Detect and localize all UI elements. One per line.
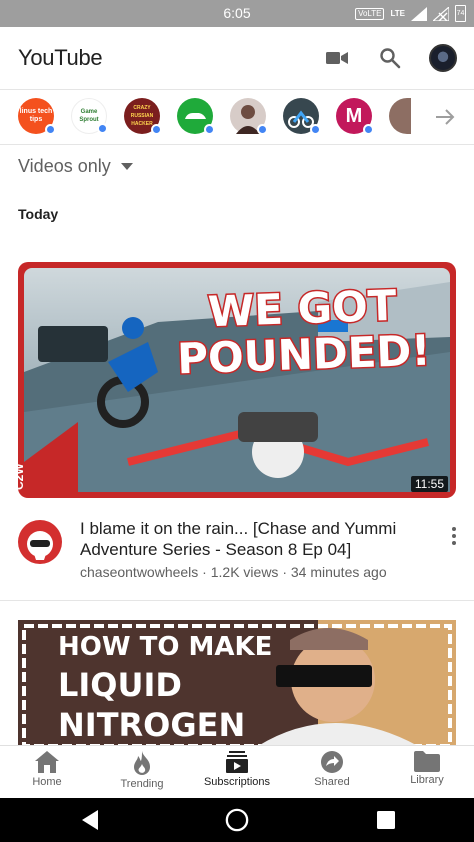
thumbnail-line-2: LIQUID <box>58 666 182 704</box>
channel-strip-more-button[interactable] <box>434 107 456 132</box>
new-content-dot <box>45 124 56 135</box>
system-navigation-bar <box>0 798 474 842</box>
new-content-dot <box>151 124 162 135</box>
lte-indicator: LTE <box>390 9 405 18</box>
channel-avatar[interactable] <box>18 520 62 564</box>
video-camera-icon <box>326 52 348 64</box>
recents-button[interactable] <box>374 808 398 832</box>
channel-m[interactable]: M <box>336 98 374 135</box>
arrow-right-icon <box>436 109 455 125</box>
nav-label: Subscriptions <box>203 776 271 788</box>
more-dot <box>452 527 456 531</box>
nav-label: Library <box>410 774 444 786</box>
status-icons: VoLTE LTE 74 <box>355 5 466 22</box>
search-button[interactable] <box>375 43 405 73</box>
channel-car[interactable] <box>177 98 215 135</box>
filter-label: Videos only <box>18 156 111 176</box>
share-icon <box>321 751 343 773</box>
app-bar: YouTube <box>0 27 474 89</box>
app-title: YouTube <box>18 45 103 70</box>
search-icon <box>380 48 401 69</box>
nav-subscriptions[interactable]: Subscriptions <box>190 750 284 798</box>
account-avatar <box>429 44 457 72</box>
channel-game-sprout[interactable]: Game Sprout <box>71 98 108 134</box>
no-signal-icon <box>433 6 449 21</box>
account-button[interactable] <box>428 43 458 73</box>
new-content-dot <box>204 124 215 135</box>
nav-home[interactable]: Home <box>0 750 94 798</box>
more-dot <box>452 541 456 545</box>
new-content-dot <box>97 123 108 134</box>
back-triangle-icon <box>82 810 98 830</box>
thumbnail-line-3: NITROGEN <box>58 706 246 744</box>
channel-partial[interactable] <box>389 98 411 134</box>
nav-shared[interactable]: Shared <box>285 750 379 798</box>
back-button[interactable] <box>78 808 102 832</box>
recents-square-icon <box>377 811 395 829</box>
status-bar: 6:05 VoLTE LTE 74 <box>0 0 474 27</box>
home-icon <box>35 751 59 773</box>
new-content-dot <box>363 124 374 135</box>
section-heading: Today <box>18 206 59 222</box>
nav-label: Trending <box>120 778 164 790</box>
nav-library[interactable]: Library <box>380 750 474 798</box>
more-options-button[interactable] <box>444 526 464 546</box>
channel-crazy-russian-hacker[interactable]: CRAZY RUSSIAN HACKER <box>124 98 162 135</box>
camera-button[interactable] <box>322 43 352 73</box>
nav-trending[interactable]: Trending <box>95 750 189 798</box>
dropdown-arrow-icon <box>120 162 133 170</box>
divider <box>0 600 474 601</box>
home-system-button[interactable] <box>225 808 249 832</box>
channel-motorcycle[interactable] <box>283 98 321 135</box>
video-subtitle: chaseontwowheels · 1.2K views · 34 minut… <box>80 564 387 580</box>
volte-indicator: VoLTE <box>355 7 385 20</box>
new-content-dot <box>257 124 268 135</box>
nav-label: Home <box>32 776 62 788</box>
channel-portrait[interactable] <box>230 98 268 135</box>
signal-icon <box>411 6 427 21</box>
video-info: I blame it on the rain... [Chase and Yum… <box>0 512 474 588</box>
thumbnail-line-2: POUNDED! <box>175 324 433 385</box>
thumbnail-headline: WE GOT POUNDED! <box>166 279 439 385</box>
flame-icon <box>134 751 150 775</box>
more-dot <box>452 534 456 538</box>
video-title[interactable]: I blame it on the rain... [Chase and Yum… <box>80 518 430 560</box>
home-circle-icon <box>225 808 249 832</box>
channel-badge: C2W <box>18 463 26 490</box>
helmet-icon <box>27 531 53 560</box>
video-thumbnail[interactable]: WE GOT POUNDED! C2W 11:55 <box>18 262 456 498</box>
video-thumbnail[interactable]: HOW TO MAKE LIQUID NITROGEN <box>18 620 456 746</box>
videos-filter-dropdown[interactable]: Videos only <box>18 156 133 177</box>
subscriptions-icon <box>226 751 248 773</box>
battery-icon: 74 <box>455 5 466 22</box>
channel-strip: linus tech tips Game Sprout CRAZY RUSSIA… <box>0 89 474 145</box>
new-content-dot <box>310 124 321 135</box>
bottom-navigation: Home Trending Subscriptions Shared Libra… <box>0 745 474 798</box>
folder-icon <box>414 751 440 772</box>
thumbnail-line-1: HOW TO MAKE <box>58 632 273 662</box>
nav-label: Shared <box>314 776 350 788</box>
channel-linus-tech-tips[interactable]: linus tech tips <box>18 98 56 135</box>
video-duration: 11:55 <box>410 476 448 492</box>
